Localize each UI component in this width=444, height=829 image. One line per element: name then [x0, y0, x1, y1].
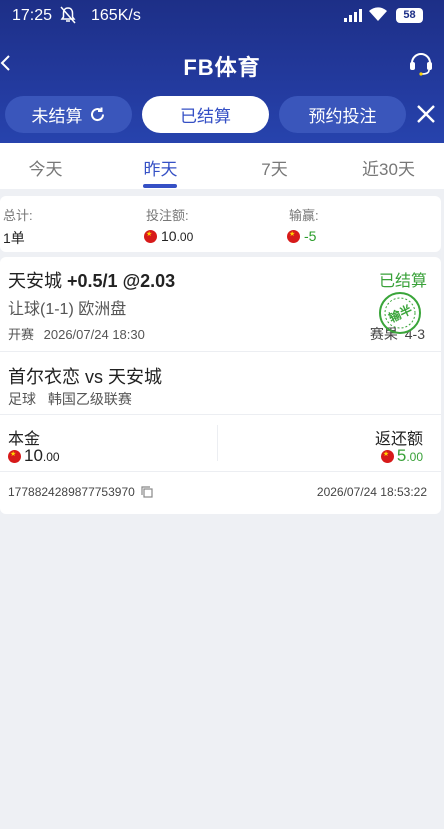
stake-int: 10 — [161, 228, 177, 244]
close-icon[interactable] — [412, 100, 440, 128]
date-filter-tabs: 今天 昨天 7天 近30天 — [0, 143, 444, 189]
stake-label: 投注额: — [146, 208, 189, 223]
app-header: 17:25 165K/s 58 FB体育 未结算 已结算 预约投注 — [0, 0, 444, 143]
signal-icon — [344, 9, 362, 27]
settlement-segment-control: 未结算 已结算 预约投注 — [0, 96, 444, 134]
customer-service-icon[interactable] — [408, 48, 434, 76]
stake-dec: .00 — [176, 230, 194, 244]
battery-icon: 58 — [396, 8, 423, 23]
tab-30-days[interactable]: 近30天 — [333, 155, 444, 180]
winloss-amount: -5 — [304, 228, 317, 244]
status-bar: 17:25 165K/s 58 — [0, 0, 444, 34]
total-label: 总计: — [3, 208, 33, 223]
active-tab-indicator — [143, 184, 177, 188]
return-value: 5.00 — [380, 446, 423, 466]
return-int: 5 — [396, 446, 407, 465]
bet-market: 让球(1-1) 欧洲盘 — [8, 301, 127, 318]
title-bar: FB体育 — [0, 44, 444, 82]
principal-dec: .00 — [42, 450, 60, 464]
tab-7-days[interactable]: 7天 — [219, 155, 330, 180]
start-time: 2026/07/24 18:30 — [43, 327, 145, 342]
half-loss-stamp: 输半 — [378, 291, 422, 335]
divider — [0, 471, 441, 472]
winloss-label: 输赢: — [289, 208, 319, 223]
match-start: 开赛 2026/07/24 18:30 — [8, 324, 145, 343]
order-id-text: 1778824289877753970 — [8, 485, 135, 499]
page-title: FB体育 — [183, 55, 261, 80]
segment-scheduled-bets[interactable]: 预约投注 — [279, 96, 406, 133]
sport-name: 足球 — [8, 391, 36, 407]
bet-status: 已结算 — [378, 273, 427, 290]
winloss-value: -5 — [287, 228, 316, 244]
refresh-icon[interactable] — [89, 106, 106, 123]
status-time: 17:25 — [12, 7, 53, 24]
bet-selection: 天安城 +0.5/1 @2.03 — [8, 267, 175, 293]
return-dec: .00 — [406, 450, 423, 464]
divider — [0, 414, 441, 415]
segment-scheduled-label: 预约投注 — [308, 107, 377, 126]
tab-today[interactable]: 今天 — [0, 155, 101, 180]
currency-flag-icon — [380, 449, 394, 463]
mute-bell-icon — [60, 6, 76, 28]
currency-flag-icon — [144, 229, 157, 243]
divider — [0, 351, 441, 352]
segment-settled-label: 已结算 — [180, 107, 231, 126]
stamp-text: 输半 — [386, 302, 414, 326]
currency-flag-icon — [8, 449, 21, 463]
segment-unsettled-label: 未结算 — [31, 107, 83, 126]
order-id: 1778824289877753970 — [8, 485, 153, 499]
currency-flag-icon — [287, 229, 300, 243]
bet-odds: +0.5/1 @2.03 — [67, 271, 176, 291]
wifi-icon — [368, 6, 388, 27]
settle-time: 2026/07/24 18:53:22 — [316, 485, 427, 499]
principal-value: 10.00 — [8, 446, 60, 466]
tab-yesterday[interactable]: 昨天 — [105, 155, 216, 180]
total-value: 1单 — [3, 230, 25, 246]
copy-icon[interactable] — [141, 486, 153, 498]
start-label: 开赛 — [8, 327, 35, 342]
league-name: 韩国乙级联赛 — [47, 391, 132, 407]
network-speed: 165K/s — [91, 7, 141, 24]
bet-record-card[interactable]: 天安城 +0.5/1 @2.03 已结算 让球(1-1) 欧洲盘 开赛 2026… — [0, 257, 441, 514]
segment-unsettled[interactable]: 未结算 — [5, 96, 132, 133]
vertical-divider — [217, 425, 218, 461]
segment-settled[interactable]: 已结算 — [142, 96, 269, 133]
summary-card: 总计: 1单 投注额: 10.00 输赢: -5 — [0, 196, 441, 252]
principal-int: 10 — [24, 446, 43, 465]
stake-value: 10.00 — [144, 228, 193, 244]
bet-team: 天安城 — [8, 271, 62, 291]
match-title: 首尔衣恋 vs 天安城 — [8, 367, 163, 387]
match-league: 足球 韩国乙级联赛 — [8, 389, 132, 409]
